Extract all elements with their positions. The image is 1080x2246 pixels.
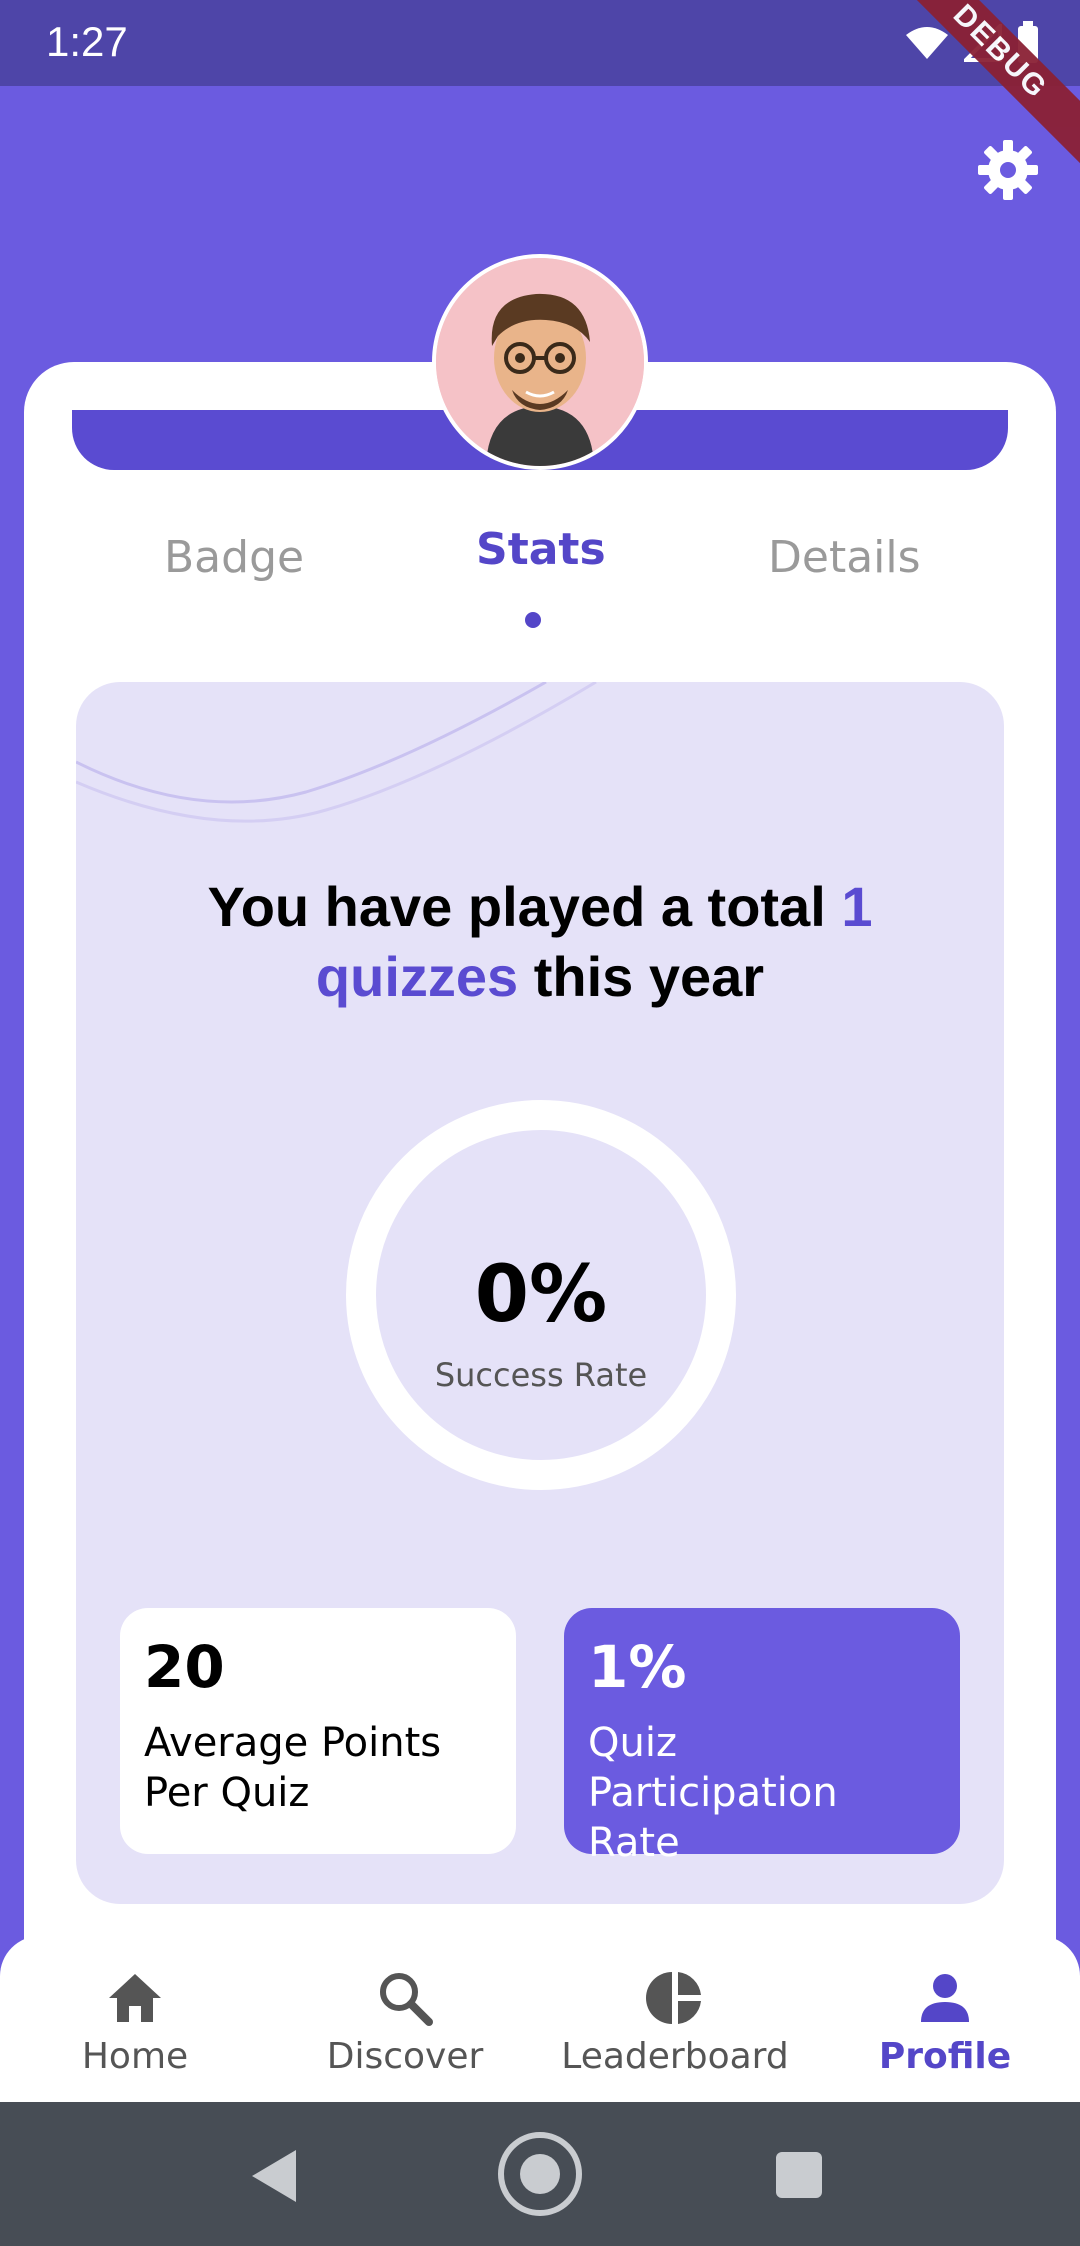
nav-profile[interactable]: Profile — [810, 1936, 1080, 2102]
nav-home[interactable]: Home — [0, 1936, 270, 2102]
avg-points-value: 20 — [144, 1633, 225, 1701]
nav-profile-label: Profile — [878, 2036, 1012, 2077]
participation-card: 1% Quiz Participation Rate — [564, 1608, 960, 1866]
tab-badge[interactable]: Badge — [164, 532, 304, 583]
stats-panel: You have played a total 1 quizzes this y… — [76, 682, 1004, 1904]
avatar[interactable] — [432, 254, 648, 470]
success-rate-ring: 0% Success Rate — [346, 1100, 736, 1490]
avg-points-label: Average Points Per Quiz — [144, 1720, 442, 1816]
status-bar: 1:27 — [0, 0, 1080, 86]
nav-home-label: Home — [81, 2036, 189, 2077]
success-rate-value: 0% — [474, 1250, 608, 1340]
participation-value: 1% — [588, 1633, 687, 1701]
status-time: 1:27 — [46, 18, 128, 65]
active-tab-indicator — [525, 612, 541, 628]
home-icon — [109, 1974, 161, 2022]
nav-leaderboard-label: Leaderboard — [561, 2036, 789, 2077]
nav-leaderboard[interactable]: Leaderboard — [540, 1936, 810, 2102]
profile-tabs: Badge Stats Details — [72, 520, 1008, 630]
pie-chart-icon — [646, 1972, 701, 2024]
wifi-icon — [906, 27, 948, 59]
stats-headline: You have played a total 1 quizzes this y… — [136, 872, 944, 1012]
search-icon — [380, 1973, 433, 2026]
back-icon[interactable] — [252, 2150, 296, 2202]
avg-points-card: 20 Average Points Per Quiz — [120, 1608, 516, 1854]
nav-discover-label: Discover — [326, 2036, 484, 2077]
participation-label: Quiz Participation Rate — [588, 1720, 838, 1866]
home-button-dot — [520, 2154, 560, 2194]
avatar-icon — [436, 258, 644, 466]
success-rate-label: Success Rate — [434, 1356, 648, 1394]
gear-icon[interactable] — [976, 138, 1040, 202]
headline-suffix: this year — [518, 945, 765, 1008]
nav-discover[interactable]: Discover — [270, 1936, 540, 2102]
tab-details[interactable]: Details — [768, 532, 921, 583]
person-icon — [921, 1974, 969, 2022]
recent-apps-icon[interactable] — [776, 2152, 822, 2198]
headline-prefix: You have played a total — [207, 875, 842, 938]
system-navigation-bar — [0, 2102, 1080, 2246]
home-button-icon[interactable] — [498, 2132, 582, 2216]
decorative-curves — [76, 682, 597, 823]
bottom-navigation: Home Discover Leaderboard Profile — [0, 1936, 1080, 2102]
tab-stats[interactable]: Stats — [476, 524, 606, 575]
